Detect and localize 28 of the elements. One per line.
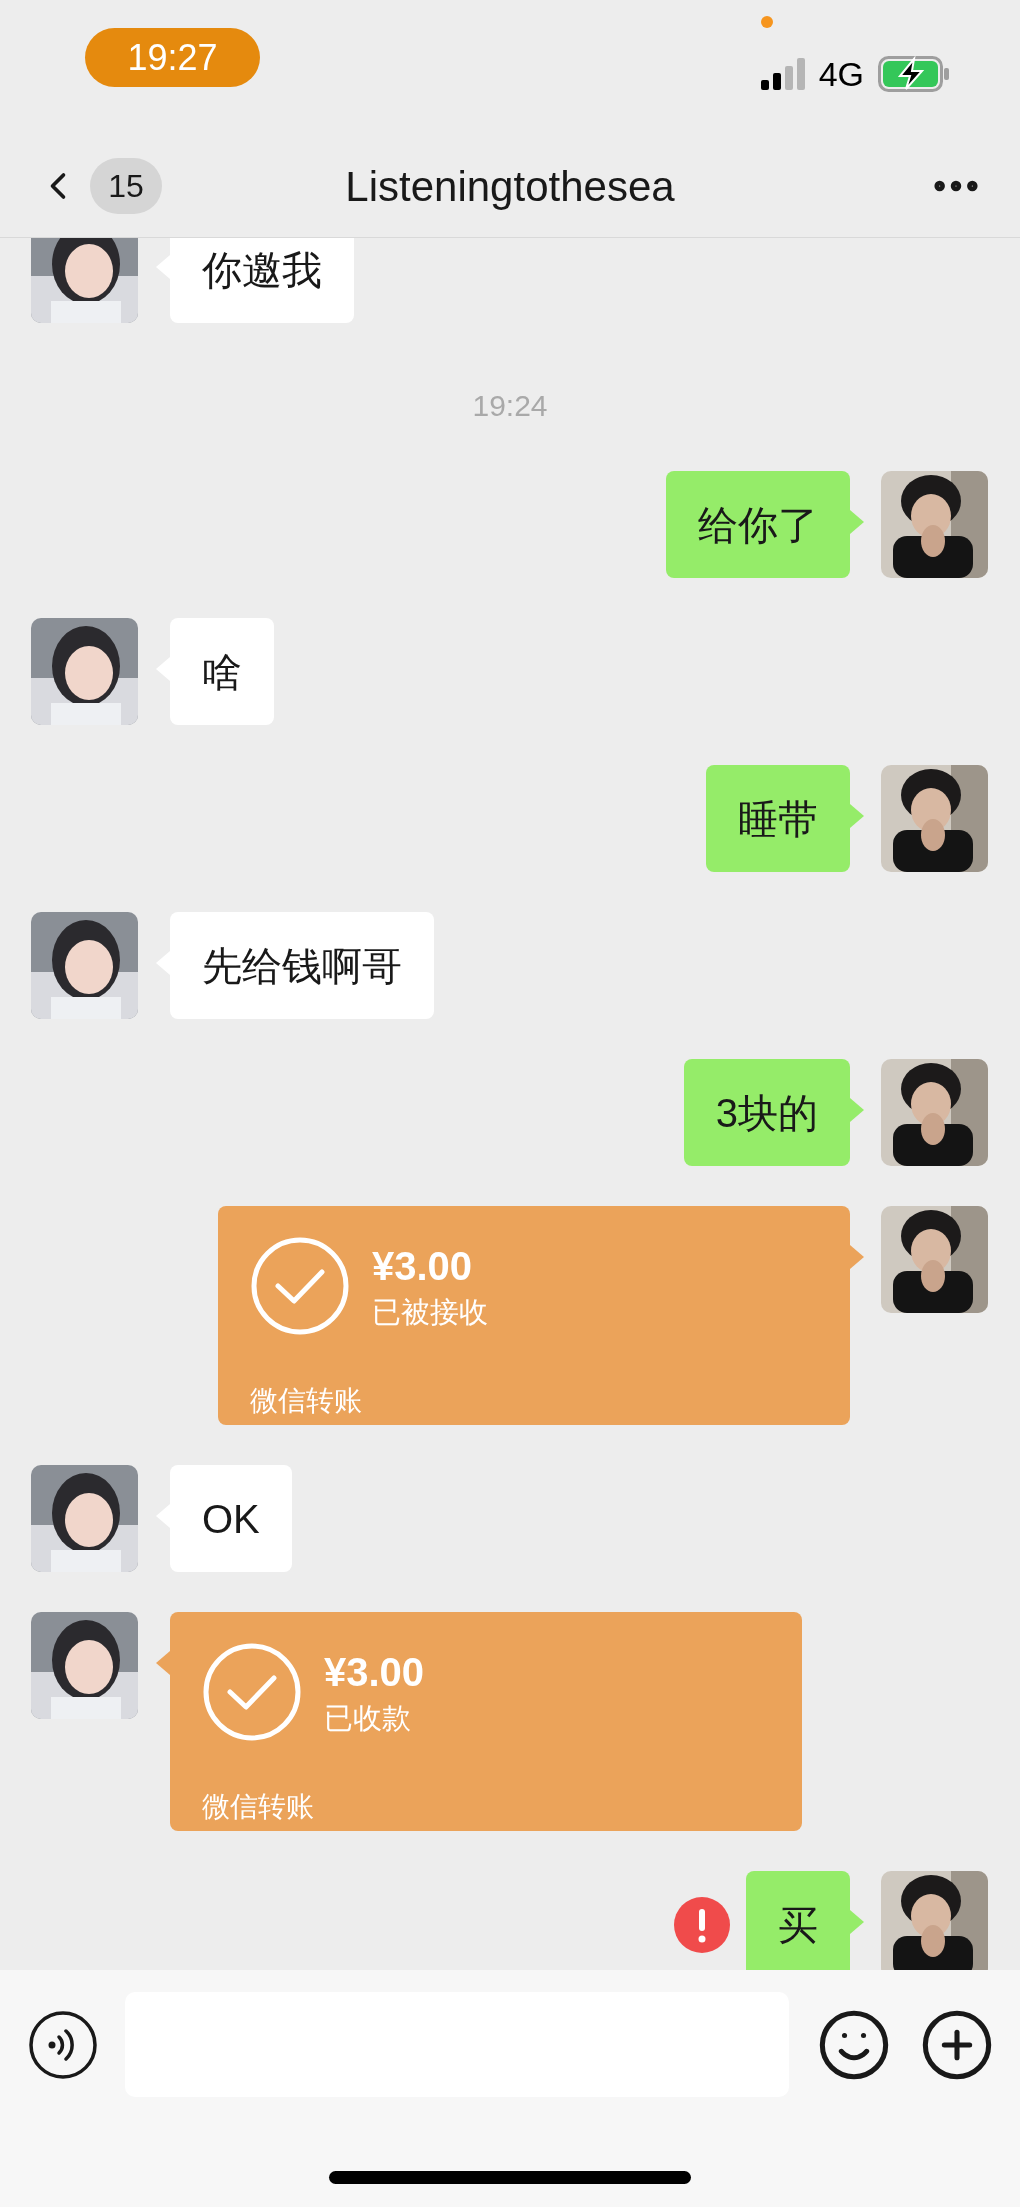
message-bubble: OK: [170, 1465, 292, 1572]
message-bubble: 买: [746, 1871, 850, 1970]
transfer-status: 已收款: [324, 1701, 412, 1736]
message-bubble: 先给钱啊哥: [170, 912, 434, 1019]
transfer-amount: ¥3.00: [372, 1243, 474, 1290]
voice-icon[interactable]: [28, 2009, 98, 2080]
check-circle-icon: [250, 1236, 350, 1336]
transfer-amount: ¥3.00: [324, 1649, 425, 1696]
transfer-label: 微信转账: [202, 1790, 315, 1824]
network-label: 4G: [818, 56, 864, 92]
privacy-dot-icon: [760, 16, 773, 28]
message-bubble: 啥: [170, 618, 274, 725]
message-bubble: 3块的: [683, 1059, 850, 1166]
status-time: 19:27: [85, 28, 260, 87]
check-circle-icon: [202, 1642, 302, 1742]
message-bubble: 你邀我: [170, 238, 354, 323]
timestamp: 19:24: [472, 391, 548, 421]
chat-title: Listeningtothesea: [345, 161, 675, 212]
transfer-card[interactable]: ¥3.00 已收款 微信转账: [170, 1612, 802, 1831]
unread-badge[interactable]: 15: [90, 158, 162, 214]
message-bubble: 睡带: [706, 765, 850, 872]
message-bubble: 给你了: [666, 471, 850, 578]
signal-icon: [760, 58, 805, 90]
transfer-card[interactable]: ¥3.00 已被接收 微信转账: [218, 1206, 850, 1425]
transfer-label: 微信转账: [250, 1384, 363, 1418]
battery-charging-icon: [878, 56, 950, 92]
transfer-status: 已被接收: [372, 1295, 488, 1330]
error-icon: [674, 1896, 730, 1953]
